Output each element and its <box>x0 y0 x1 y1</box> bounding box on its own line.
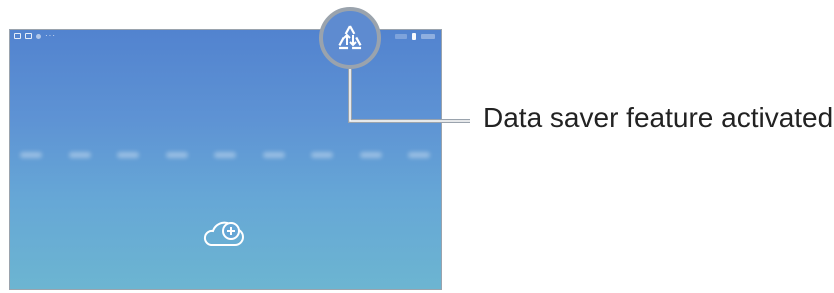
status-bar-left: ··· <box>14 31 56 40</box>
battery-icon <box>412 33 416 40</box>
dot-icon <box>36 33 41 39</box>
cloud-add-icon[interactable] <box>201 215 247 251</box>
tablet-screen: ··· <box>9 29 442 290</box>
figure: ··· Data saver feature activated <box>0 0 834 293</box>
signal-icon <box>395 34 407 39</box>
zoomed-status-icon <box>319 7 381 69</box>
callout-label: Data saver feature activated <box>483 102 834 133</box>
blurred-widget-row <box>20 148 430 162</box>
gallery-icon <box>25 33 32 39</box>
more-icon: ··· <box>45 31 56 40</box>
data-saver-icon <box>336 24 364 50</box>
status-bar-right <box>395 33 435 40</box>
status-indicator-icon <box>421 34 435 39</box>
notification-icon <box>14 33 21 39</box>
